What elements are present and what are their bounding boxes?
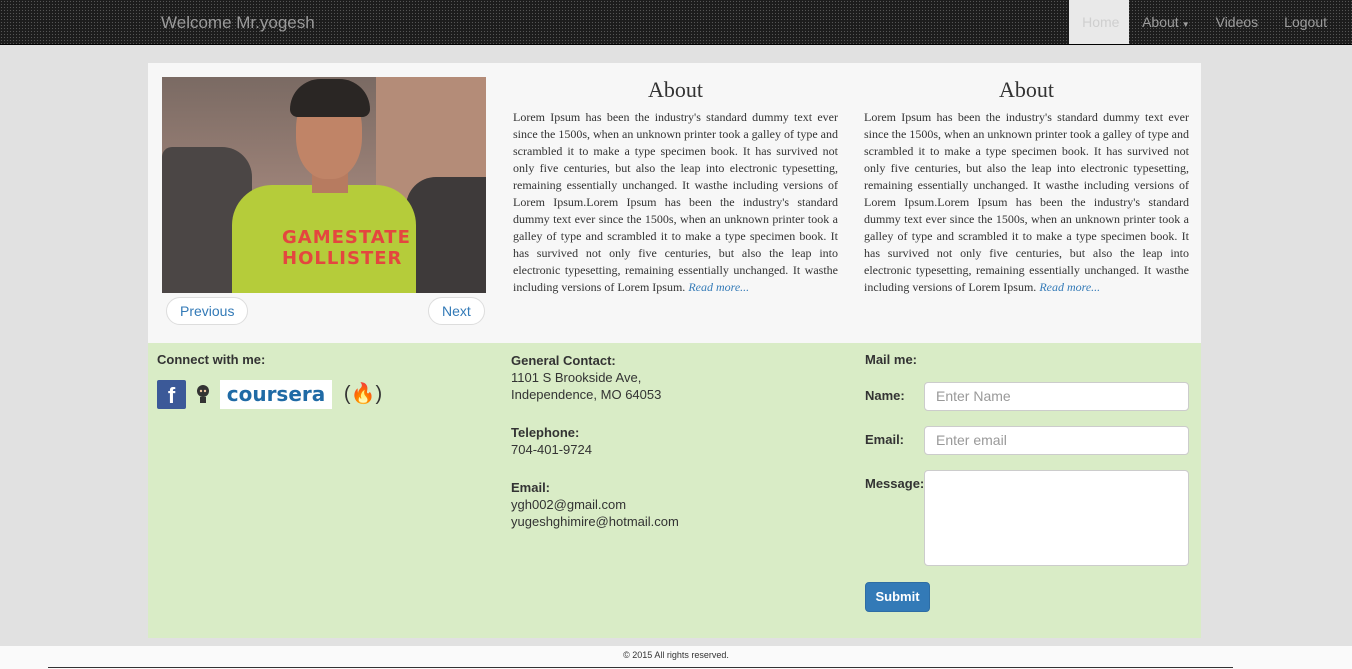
mail-form: Mail me: Name: Enter Name Email: Enter e… — [865, 352, 1195, 612]
email-heading: Email: — [511, 480, 551, 495]
footer-copyright: © 2015 All rights reserved. — [623, 650, 729, 660]
navbar-brand[interactable]: Welcome Mr.yogesh — [161, 13, 315, 33]
name-label: Name: — [865, 388, 905, 403]
nav-item-label: About — [1142, 14, 1179, 30]
address-line-2: Independence, MO 64053 — [511, 387, 662, 402]
freecodecamp-icon[interactable]: (🔥) — [338, 378, 388, 410]
telephone-value: 704-401-9724 — [511, 442, 592, 457]
read-more-link[interactable]: Read more... — [688, 280, 749, 294]
nav-item-home[interactable]: Home — [1069, 0, 1130, 44]
social-links: f coursera (🔥) — [157, 378, 388, 410]
name-input[interactable]: Enter Name — [924, 382, 1189, 411]
top-panel: GAMESTATE HOLLISTER Previous Next About … — [148, 63, 1201, 343]
bottom-panel: Connect with me: f coursera (🔥) General … — [148, 343, 1201, 638]
email-value-1[interactable]: ygh002@gmail.com — [511, 496, 679, 513]
about-title: About — [648, 77, 703, 102]
coursera-logo[interactable]: coursera — [220, 379, 332, 409]
email-input[interactable]: Enter email — [924, 426, 1189, 455]
next-button[interactable]: Next — [428, 297, 485, 325]
nav-menu: Home About ▼ Videos Logout — [1069, 0, 1352, 44]
email-label: Email: — [865, 432, 905, 447]
message-textarea[interactable] — [924, 470, 1189, 566]
general-contact-heading: General Contact: — [511, 353, 616, 368]
nav-item-label: Videos — [1215, 14, 1259, 30]
nav-item-videos[interactable]: Videos — [1203, 0, 1272, 44]
read-more-link[interactable]: Read more... — [1039, 280, 1100, 294]
telephone-heading: Telephone: — [511, 425, 580, 440]
previous-button[interactable]: Previous — [166, 297, 249, 325]
email-value-2[interactable]: yugeshghimire@hotmail.com — [511, 513, 679, 530]
about-column-2: About Lorem Ipsum has been the industry'… — [864, 77, 1189, 296]
top-navbar: Welcome Mr.yogesh Home About ▼ Videos Log… — [0, 0, 1352, 45]
footer-divider — [48, 667, 1233, 668]
nav-item-about[interactable]: About ▼ — [1129, 0, 1203, 44]
about-column-1: About Lorem Ipsum has been the industry'… — [513, 77, 838, 296]
about-text: Lorem Ipsum has been the industry's stan… — [864, 110, 1189, 294]
nav-item-label: Home — [1082, 14, 1120, 30]
github-icon[interactable] — [192, 383, 214, 405]
caret-down-icon: ▼ — [1181, 20, 1190, 29]
submit-button[interactable]: Submit — [865, 582, 930, 612]
general-contact: General Contact: 1101 S Brookside Ave, I… — [511, 352, 679, 551]
about-text: Lorem Ipsum has been the industry's stan… — [513, 110, 838, 294]
profile-photo: GAMESTATE HOLLISTER — [162, 77, 486, 293]
nav-item-logout[interactable]: Logout — [1271, 0, 1352, 44]
footer: © 2015 All rights reserved. — [0, 646, 1352, 669]
shirt-print-text: GAMESTATE HOLLISTER — [282, 227, 411, 269]
address-line-1: 1101 S Brookside Ave, — [511, 370, 642, 385]
message-label: Message: — [865, 476, 925, 491]
about-title: About — [999, 77, 1054, 102]
facebook-icon[interactable]: f — [157, 379, 186, 409]
connect-heading: Connect with me: — [157, 352, 266, 367]
nav-item-label: Logout — [1284, 14, 1327, 30]
mail-heading: Mail me: — [865, 352, 918, 367]
